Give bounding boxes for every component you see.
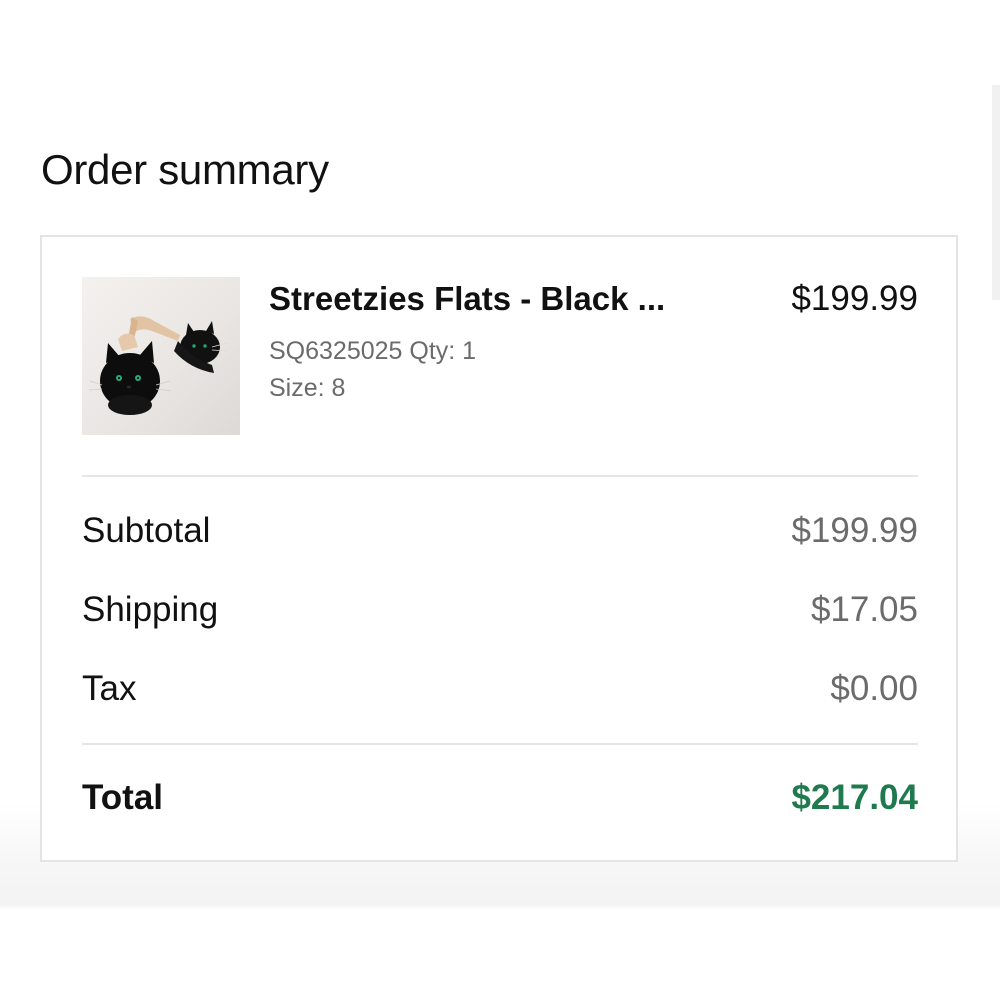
page-title: Order summary — [41, 146, 329, 193]
shipping-value: $17.05 — [810, 590, 918, 629]
product-price: $199.99 — [791, 279, 918, 318]
divider — [82, 743, 918, 745]
product-sku-qty: SQ6325025 Qty: 1 — [269, 337, 477, 365]
product-image[interactable] — [82, 277, 240, 435]
tax-label: Tax — [82, 669, 137, 708]
tax-value: $0.00 — [830, 669, 918, 708]
product-name[interactable]: Streetzies Flats - Black ... — [269, 277, 665, 321]
scroll-edge — [992, 85, 1000, 300]
subtotal-label: Subtotal — [82, 511, 211, 550]
cat-slipper-image-icon — [88, 316, 229, 415]
subtotal-value: $199.99 — [791, 511, 918, 550]
shipping-label: Shipping — [82, 590, 219, 629]
divider — [82, 475, 918, 477]
total-value: $217.04 — [791, 778, 918, 817]
total-label: Total — [82, 778, 164, 817]
order-summary-card: Streetzies Flats - Black ... $199.99 SQ6… — [40, 235, 958, 862]
product-size: Size: 8 — [269, 374, 346, 402]
